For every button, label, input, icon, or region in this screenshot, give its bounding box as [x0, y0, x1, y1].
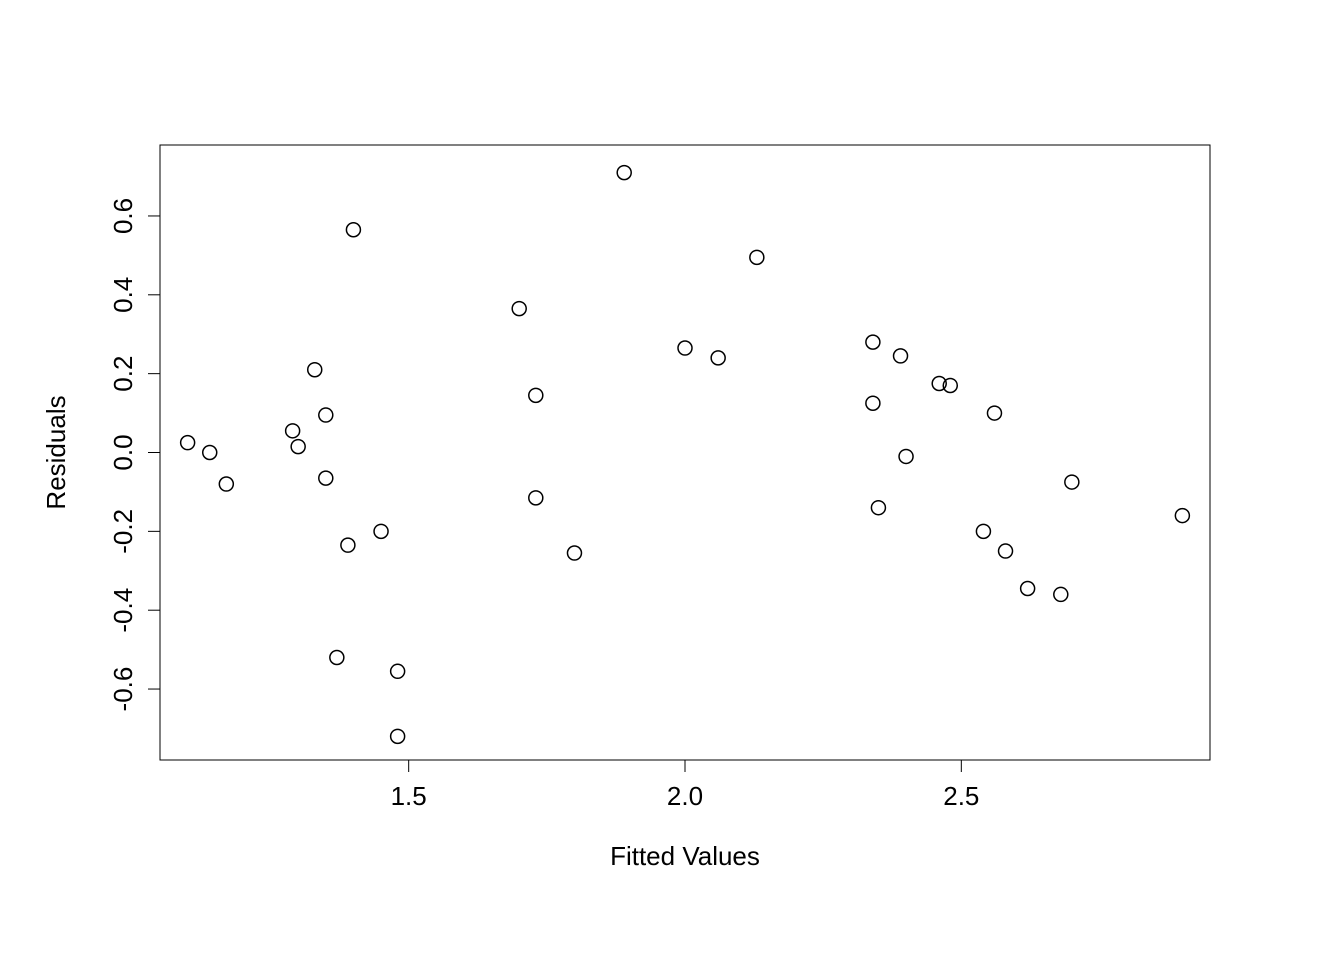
- data-point: [678, 341, 692, 355]
- data-point: [512, 302, 526, 316]
- data-point: [1175, 509, 1189, 523]
- y-axis: -0.6 -0.4 -0.2 0.0 0.2 0.4 0.6: [108, 198, 160, 712]
- data-point: [866, 396, 880, 410]
- x-tick-label: 1.5: [391, 781, 427, 811]
- y-tick-label: 0.4: [108, 277, 138, 313]
- data-point: [899, 449, 913, 463]
- data-point: [711, 351, 725, 365]
- data-point: [286, 424, 300, 438]
- y-tick-label: -0.6: [108, 667, 138, 712]
- y-tick-label: 0.6: [108, 198, 138, 234]
- data-point: [219, 477, 233, 491]
- data-point: [330, 651, 344, 665]
- data-point: [346, 223, 360, 237]
- data-point: [567, 546, 581, 560]
- y-tick-label: 0.0: [108, 434, 138, 470]
- x-axis: 1.5 2.0 2.5: [391, 760, 980, 811]
- data-point: [894, 349, 908, 363]
- y-tick-label: -0.4: [108, 588, 138, 633]
- data-point: [871, 501, 885, 515]
- data-point: [308, 363, 322, 377]
- data-points-group: [181, 166, 1190, 744]
- y-tick-label: -0.2: [108, 509, 138, 554]
- x-tick-label: 2.5: [943, 781, 979, 811]
- data-point: [319, 471, 333, 485]
- data-point: [391, 664, 405, 678]
- data-point: [203, 446, 217, 460]
- data-point: [999, 544, 1013, 558]
- data-point: [391, 729, 405, 743]
- data-point: [617, 166, 631, 180]
- x-tick-label: 2.0: [667, 781, 703, 811]
- scatter-plot: 1.5 2.0 2.5 -0.6 -0.4 -0.2 0.0 0.2 0.4 0.6 Fitte…: [0, 0, 1344, 960]
- data-point: [1065, 475, 1079, 489]
- data-point: [181, 436, 195, 450]
- chart-container: 1.5 2.0 2.5 -0.6 -0.4 -0.2 0.0 0.2 0.4 0.6 Fitte…: [0, 0, 1344, 960]
- y-axis-label: Residuals: [41, 395, 71, 509]
- data-point: [291, 440, 305, 454]
- data-point: [1054, 587, 1068, 601]
- data-point: [866, 335, 880, 349]
- data-point: [750, 250, 764, 264]
- plot-border: [160, 145, 1210, 760]
- data-point: [374, 524, 388, 538]
- data-point: [1021, 582, 1035, 596]
- y-tick-label: 0.2: [108, 356, 138, 392]
- data-point: [341, 538, 355, 552]
- data-point: [529, 388, 543, 402]
- data-point: [987, 406, 1001, 420]
- x-axis-label: Fitted Values: [610, 841, 760, 871]
- data-point: [529, 491, 543, 505]
- data-point: [976, 524, 990, 538]
- data-point: [319, 408, 333, 422]
